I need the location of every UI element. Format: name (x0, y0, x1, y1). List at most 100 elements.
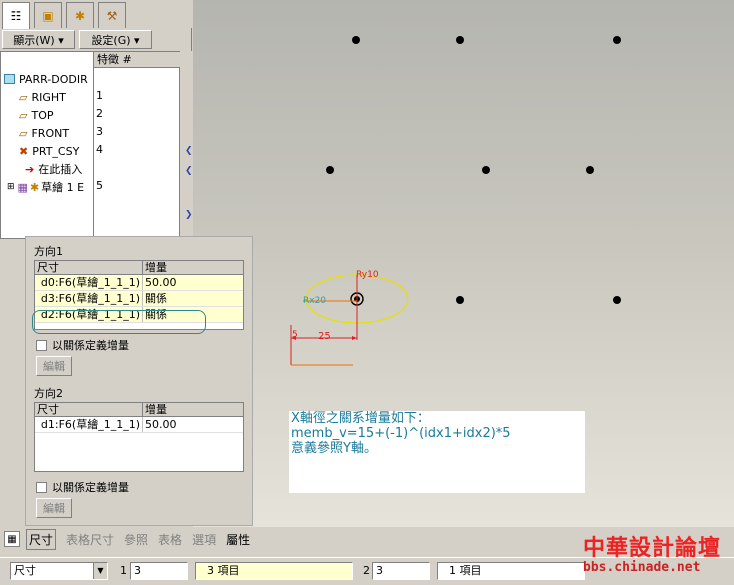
dimension-cell: d0:F6(草繪_1_1_1) (35, 275, 143, 290)
tree-item-top[interactable]: ▱ TOP (19, 107, 53, 123)
pattern-grid-icon[interactable]: ▦ (4, 531, 20, 547)
note-line: 意義參照Y軸。 (291, 441, 377, 456)
direction2-title: 方向2 (34, 387, 63, 400)
table-header: 尺寸 增量 (35, 261, 243, 275)
feature-number: 2 (96, 107, 103, 120)
feature-number: 5 (96, 179, 103, 192)
tab-tables[interactable]: 表格 (158, 531, 182, 548)
settings-menu-button[interactable]: 設定(G) ▾ (79, 30, 152, 49)
direction1-count-input[interactable]: 3 (130, 562, 188, 580)
edit-button-2[interactable]: 編輯 (36, 498, 72, 518)
tree-item-label: FRONT (31, 126, 70, 140)
tree-icon: ☷ (10, 9, 22, 23)
feature-number: 4 (96, 143, 103, 156)
tree-item-label: PARR-DODIR (19, 72, 88, 86)
note-line: X軸徑之關系增量如下： (291, 411, 430, 426)
collapse-left-icon[interactable]: ❮ (185, 166, 193, 176)
tools-icon: ⚒ (106, 8, 118, 23)
pattern-point (352, 36, 360, 44)
pattern-type-select[interactable]: 尺寸 ▼ (10, 562, 108, 580)
pattern-point (482, 166, 490, 174)
tree-item-sketch[interactable]: ⊞ ▦ ✱ 草繪 1 E (7, 179, 84, 195)
show-menu-button[interactable]: 顯示(W) ▾ (2, 30, 75, 49)
favorites-tab[interactable]: ✱ (66, 2, 94, 28)
vertical-dimension-label[interactable]: 5 (292, 330, 298, 340)
pattern-point (586, 166, 594, 174)
direction1-count-label: 1 (120, 564, 127, 577)
checkbox-box[interactable] (36, 339, 47, 351)
layer-tab[interactable]: ▣ (34, 2, 62, 28)
tree-item-right[interactable]: ▱ RIGHT (19, 89, 66, 105)
tab-options[interactable]: 選項 (192, 531, 216, 548)
pattern-point (613, 296, 621, 304)
tree-item-label: RIGHT (31, 90, 66, 104)
checkbox-label: 以關係定義增量 (52, 339, 129, 352)
pattern-icon: ▦ (17, 180, 28, 194)
tab-properties[interactable]: 屬性 (226, 531, 250, 548)
tab-references[interactable]: 參照 (124, 531, 148, 548)
relation-increment-checkbox[interactable]: 以關係定義增量 (36, 337, 129, 353)
table-header: 尺寸 增量 (35, 403, 243, 417)
tree-item-csys[interactable]: ✖ PRT_CSY (19, 143, 79, 159)
direction1-items-field[interactable]: 3 項目 (195, 562, 353, 580)
direction2-count-input[interactable]: 3 (372, 562, 430, 580)
items-text: 1 項目 (449, 564, 482, 577)
coordinate-system-icon: ✖ (19, 144, 29, 158)
column-divider (93, 68, 94, 240)
watermark-logo: 中華設計論壇 (583, 535, 722, 561)
table-row[interactable]: d3:F6(草繪_1_1_1) 關係 (35, 291, 243, 307)
sketch-ellipse-graphic[interactable] (283, 265, 423, 375)
tab-dimensions[interactable]: 尺寸 (26, 528, 57, 550)
pattern-dimensions-panel: 方向1 尺寸 增量 d0:F6(草繪_1_1_1) 50.00 d3:F6(草繪… (25, 236, 253, 526)
relation-increment-checkbox-2[interactable]: 以關係定義增量 (36, 479, 129, 495)
increment-cell[interactable]: 50.00 (143, 275, 243, 290)
tree-item-label: 在此插入 (38, 163, 83, 176)
tree-item-label: TOP (31, 108, 54, 122)
dimension-column-header: 尺寸 (35, 403, 143, 416)
highlight-annotation (32, 310, 206, 334)
tree-item-front[interactable]: ▱ FRONT (19, 125, 69, 141)
tools-tab[interactable]: ⚒ (98, 2, 126, 28)
direction2-items-field[interactable]: 1 項目 (437, 562, 585, 580)
sketch-icon: ✱ (29, 180, 40, 194)
checkbox-box[interactable] (36, 481, 47, 493)
tab-table-dimensions[interactable]: 表格尺寸 (66, 531, 114, 548)
pattern-point (326, 166, 334, 174)
application-window: ☷ ▣ ✱ ⚒ 顯示(W) ▾ 設定(G) ▾ 特徵 # PARR-DODIR … (0, 0, 734, 585)
direction2-table: 尺寸 增量 d1:F6(草繪_1_1_1) 50.00 (34, 402, 244, 472)
checkbox-label: 以關係定義增量 (52, 481, 129, 494)
ry-dimension-label[interactable]: Ry10 (356, 270, 379, 280)
dimension-cell: d3:F6(草繪_1_1_1) (35, 291, 143, 306)
model-tree: 特徵 # PARR-DODIR ▱ RIGHT 1 ▱ TOP 2 ▱ FRON… (0, 51, 181, 240)
tree-item-label: 草繪 1 E (41, 181, 85, 194)
expand-right-icon[interactable]: ❯ (185, 210, 193, 220)
part-icon (4, 74, 15, 84)
tree-item-insert-here[interactable]: ➔ 在此插入 (25, 161, 82, 177)
insert-arrow-icon: ➔ (25, 162, 35, 176)
model-tree-tab[interactable]: ☷ (2, 2, 30, 29)
feature-number-column-header: 特徵 # (93, 52, 181, 68)
model-tree-panel: ☷ ▣ ✱ ⚒ 顯示(W) ▾ 設定(G) ▾ 特徵 # PARR-DODIR … (0, 0, 193, 240)
datum-plane-icon: ▱ (19, 108, 28, 122)
datum-plane-icon: ▱ (19, 126, 28, 140)
table-row[interactable]: d0:F6(草繪_1_1_1) 50.00 (35, 275, 243, 291)
tree-item-label: PRT_CSY (32, 144, 80, 158)
rx-dimension-label[interactable]: Rx20 (303, 296, 326, 306)
annotation-note: X軸徑之關系增量如下： memb_v=15+(-1)^(idx1+idx2)*5… (289, 411, 585, 493)
note-line: memb_v=15+(-1)^(idx1+idx2)*5 (291, 426, 511, 441)
feature-number: 3 (96, 125, 103, 138)
table-row[interactable]: d1:F6(草繪_1_1_1) 50.00 (35, 417, 243, 433)
increment-cell[interactable]: 關係 (143, 291, 243, 306)
edit-button[interactable]: 編輯 (36, 356, 72, 376)
chevron-down-icon[interactable]: ▼ (93, 563, 107, 579)
tree-item-part[interactable]: PARR-DODIR (4, 71, 88, 87)
direction2-count-label: 2 (363, 564, 370, 577)
dimension-cell: d1:F6(草繪_1_1_1) (35, 417, 143, 432)
watermark-url: bbs.chinade.net (583, 560, 701, 575)
increment-cell[interactable]: 50.00 (143, 417, 243, 432)
navigator-tabs: ☷ ▣ ✱ ⚒ (0, 0, 192, 29)
pattern-point (456, 296, 464, 304)
expand-icon[interactable]: ⊞ (7, 182, 15, 192)
horizontal-dimension-label[interactable]: 25 (318, 331, 331, 342)
collapse-left-icon[interactable]: ❮ (185, 146, 193, 156)
